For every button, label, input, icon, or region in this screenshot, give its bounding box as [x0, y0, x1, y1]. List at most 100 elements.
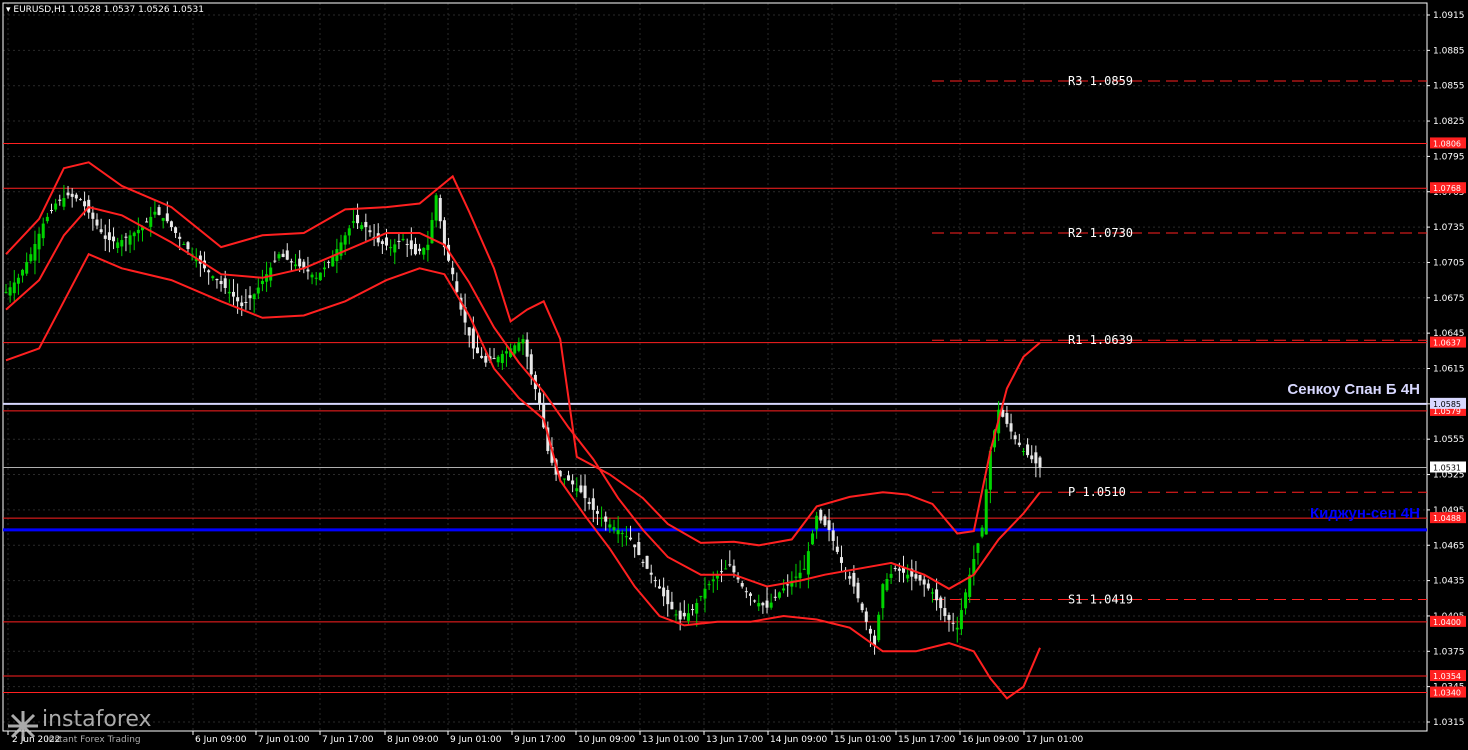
candle-body — [649, 572, 653, 575]
y-tick-label: 1.0555 — [1433, 435, 1465, 445]
candle-body — [91, 212, 95, 219]
x-tick-label: 9 Jun 01:00 — [450, 735, 502, 745]
candle-body — [252, 294, 256, 300]
candle-body — [566, 475, 570, 481]
candle-body — [720, 571, 724, 573]
candle-body — [393, 244, 397, 253]
y-tick-label: 1.0435 — [1433, 577, 1465, 587]
candle-body — [426, 244, 430, 251]
candle-body — [207, 270, 211, 273]
candle-body — [724, 568, 728, 570]
level-tag-1-0637: 1.0637 — [1430, 336, 1466, 348]
candle-body — [438, 197, 442, 222]
candle-body — [496, 356, 500, 363]
candle-body — [732, 565, 736, 573]
senkou-tag: 1.0585 — [1430, 397, 1466, 409]
symbol-header: ▾ EURUSD,H1 1.0528 1.0537 1.0526 1.0531 — [6, 5, 204, 15]
candle-body — [765, 600, 769, 608]
candle-body — [74, 194, 78, 199]
candle-body — [852, 572, 856, 587]
candle-body — [674, 614, 678, 616]
candle-body — [645, 555, 649, 569]
candle-body — [256, 287, 260, 294]
candle-body — [360, 225, 364, 230]
candle-body — [521, 339, 525, 344]
candle-body — [169, 221, 173, 228]
candle-body — [12, 282, 16, 294]
price-chart[interactable]: 1.09151.08851.08551.08251.07951.07651.07… — [0, 0, 1468, 750]
candle-body — [769, 602, 773, 608]
candle-body — [413, 243, 417, 255]
x-tick-label: 13 Jun 17:00 — [706, 735, 763, 745]
candle-body — [351, 221, 355, 223]
level-tag-1-0488: 1.0488 — [1430, 512, 1466, 524]
candle-body — [409, 240, 413, 250]
candle-body — [1030, 455, 1034, 460]
y-tick-label: 1.0705 — [1433, 258, 1465, 268]
candle-body — [70, 193, 74, 197]
candle-body — [41, 223, 45, 239]
candle-body — [595, 511, 599, 514]
level-tag-1-0354-text: 1.0354 — [1433, 672, 1461, 681]
candle-body — [761, 602, 765, 606]
candle-body — [145, 221, 149, 223]
candle-body — [608, 524, 612, 528]
candle-body — [248, 295, 252, 299]
candle-body — [281, 253, 285, 257]
candle-body — [178, 236, 182, 239]
candle-body — [670, 601, 674, 610]
candle-body — [310, 274, 314, 278]
candle-body — [21, 269, 25, 276]
candle-body — [434, 195, 438, 221]
candle-body — [422, 247, 426, 255]
level-tag-1-0354: 1.0354 — [1430, 670, 1466, 682]
level-tag-1-0768: 1.0768 — [1430, 182, 1466, 194]
y-tick-label: 1.0915 — [1433, 11, 1465, 21]
candle-body — [120, 240, 124, 247]
candle-body — [633, 544, 637, 548]
candle-body — [389, 247, 393, 249]
y-tick-label: 1.0855 — [1433, 82, 1465, 92]
level-tag-1-0806: 1.0806 — [1430, 137, 1466, 149]
candle-body — [99, 229, 103, 233]
candle-body — [231, 291, 235, 297]
candle-body — [794, 576, 798, 578]
candle-body — [298, 258, 302, 267]
candle-body — [864, 611, 868, 622]
candle-body — [930, 592, 934, 594]
candle-body — [240, 302, 244, 307]
candle-body — [1005, 413, 1009, 424]
candle-body — [893, 567, 897, 569]
candle-body — [711, 579, 715, 582]
candle-body — [327, 261, 331, 263]
candle-body — [889, 573, 893, 578]
candle-body — [620, 533, 624, 535]
candle-body — [587, 501, 591, 505]
candle-body — [16, 277, 20, 284]
candle-body — [757, 602, 761, 607]
watermark-brand: instaforex — [42, 707, 152, 732]
candle-body — [186, 242, 190, 250]
candle-body — [54, 203, 58, 210]
candle-body — [976, 543, 980, 553]
candle-body — [868, 628, 872, 634]
candle-body — [174, 227, 178, 233]
dropdown-arrow-icon[interactable]: ▾ — [6, 5, 11, 15]
candle-body — [405, 243, 409, 245]
candle-body — [269, 267, 273, 281]
candle-body — [306, 269, 310, 272]
current-price-tag-text: 1.0531 — [1433, 463, 1461, 472]
candle-body — [728, 564, 732, 566]
senkou-tag-text: 1.0585 — [1433, 400, 1461, 409]
y-tick-label: 1.0885 — [1433, 46, 1465, 56]
candle-body — [695, 602, 699, 614]
candle-body — [314, 277, 318, 279]
candle-body — [798, 572, 802, 579]
candle-body — [500, 353, 504, 363]
candle-body — [624, 536, 628, 538]
level-tag-1-0400: 1.0400 — [1430, 615, 1466, 627]
candle-body — [835, 546, 839, 552]
candle-body — [49, 210, 53, 212]
candle-body — [149, 216, 153, 227]
candle-body — [922, 579, 926, 585]
